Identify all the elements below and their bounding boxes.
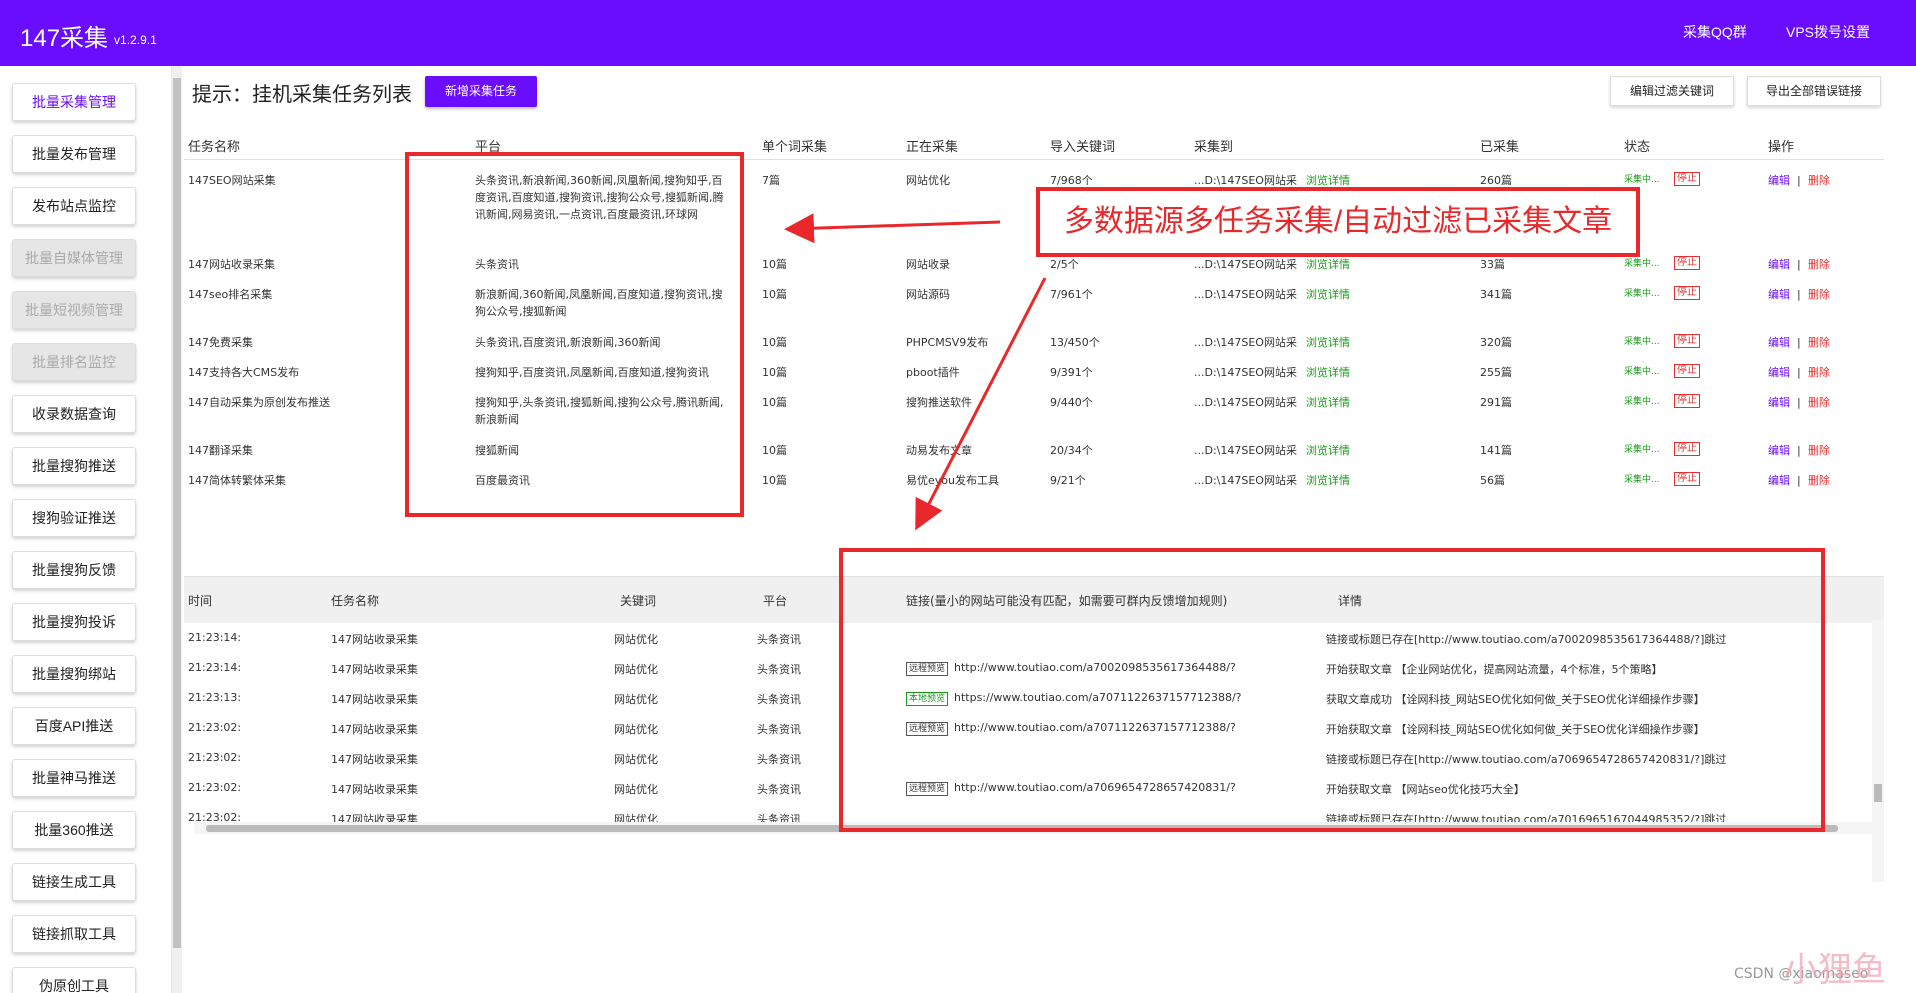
arrow-to-log <box>915 277 1047 531</box>
watermark-logo: 小狸鱼 <box>1784 950 1886 990</box>
annotation-arrows <box>784 213 1047 531</box>
arrow-to-platform <box>784 213 1001 244</box>
